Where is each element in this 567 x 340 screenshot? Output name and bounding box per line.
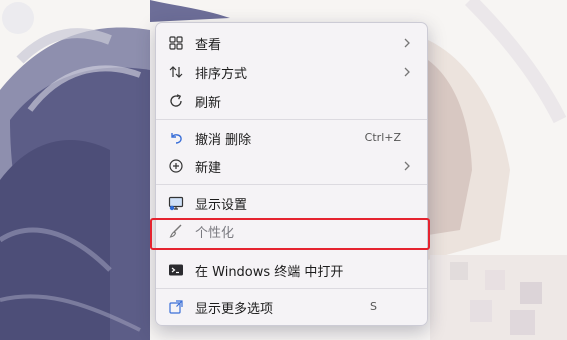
menu-item-label: 刷新 [195, 96, 222, 111]
menu-item-label: 在 Windows 终端 中打开 [195, 265, 344, 280]
highlight-annotation-box [150, 218, 430, 250]
shortcut-text: Ctrl+Z [364, 131, 401, 144]
grid-view-icon [168, 35, 184, 51]
terminal-icon [168, 262, 184, 278]
menu-item-open-terminal[interactable]: 在 Windows 终端 中打开 [162, 256, 421, 284]
sort-icon [168, 64, 184, 80]
display-settings-icon [168, 195, 184, 211]
menu-item-label: 查看 [195, 38, 222, 53]
menu-item-view[interactable]: 查看 [162, 29, 421, 57]
chevron-right-icon [403, 37, 411, 49]
menu-separator [156, 288, 427, 289]
chevron-right-icon [403, 160, 411, 172]
new-plus-icon [168, 158, 184, 174]
menu-separator [156, 184, 427, 185]
menu-item-new[interactable]: 新建 [162, 152, 421, 180]
menu-item-display-settings[interactable]: 显示设置 [162, 189, 421, 217]
menu-item-show-more-options[interactable]: 显示更多选项 S [162, 293, 421, 321]
menu-item-undo-delete[interactable]: 撤消 删除 Ctrl+Z [162, 124, 421, 152]
undo-icon [168, 130, 184, 146]
external-options-icon [168, 299, 184, 315]
menu-item-sort[interactable]: 排序方式 [162, 58, 421, 86]
refresh-icon [168, 93, 184, 109]
menu-item-refresh[interactable]: 刷新 [162, 87, 421, 115]
menu-item-label: 排序方式 [195, 67, 248, 82]
shortcut-text: S [370, 300, 377, 313]
menu-item-label: 显示设置 [195, 198, 248, 213]
menu-item-label: 新建 [195, 161, 222, 176]
desktop-context-menu: 查看 排序方式 刷新 撤消 删除 Ctrl+Z 新建 显示设置 个性化 在 Wi… [155, 22, 428, 326]
menu-separator [156, 119, 427, 120]
menu-item-label: 撤消 删除 [195, 133, 252, 148]
menu-item-label: 显示更多选项 [195, 302, 274, 317]
chevron-right-icon [403, 66, 411, 78]
